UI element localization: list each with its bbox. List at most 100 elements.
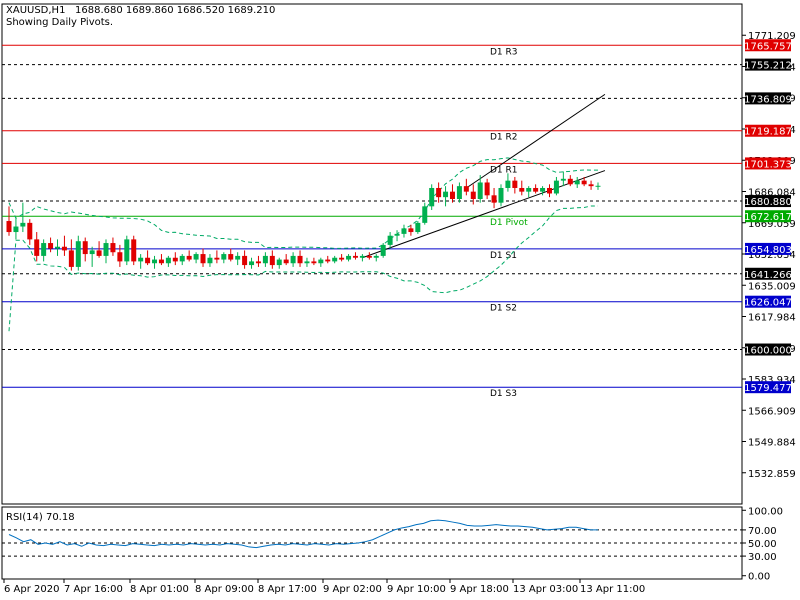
- candle-body: [408, 228, 414, 233]
- candle-body: [34, 239, 40, 256]
- pivot-level-label: D1 R2: [490, 133, 518, 143]
- candle-body: [290, 255, 296, 264]
- candle-body: [498, 187, 504, 203]
- candle-body: [422, 206, 428, 223]
- price-tick-label: 1549.884: [748, 438, 796, 449]
- candle-body: [186, 255, 192, 260]
- candle-body: [179, 255, 185, 262]
- candle-body: [318, 259, 324, 264]
- candle-body: [311, 261, 317, 264]
- time-tick-label: 8 Apr 09:00: [195, 584, 254, 595]
- candle-body: [436, 187, 442, 198]
- candle-body: [89, 250, 95, 255]
- price-tag-label: 1680.880: [744, 197, 792, 208]
- candle-body: [27, 222, 33, 240]
- candle-body: [456, 186, 462, 199]
- candle-body: [325, 259, 331, 262]
- candle-body: [200, 254, 206, 264]
- candle-body: [152, 259, 158, 264]
- candle-body: [117, 252, 123, 262]
- price-tag-label: 1755.212: [744, 61, 792, 72]
- candle-body: [401, 228, 407, 234]
- candle-body: [103, 243, 109, 256]
- candle-body: [567, 178, 573, 185]
- rsi-tick-label: 30.00: [748, 552, 777, 563]
- price-tick-label: 1566.909: [748, 406, 796, 417]
- pivot-price-tag-label: 1701.373: [744, 159, 792, 170]
- pivot-price-tag-label: 1672.617: [744, 212, 792, 223]
- rsi-tick-label: 70.00: [748, 526, 777, 537]
- candle-body: [505, 180, 511, 188]
- candle-body: [540, 187, 546, 192]
- candle-body: [373, 255, 379, 258]
- candle-body: [242, 255, 248, 266]
- candle-body: [110, 243, 116, 253]
- candle-body: [394, 233, 400, 236]
- pivot-price-tag-label: 1579.477: [744, 383, 792, 394]
- candle-body: [380, 244, 386, 256]
- candle-body: [304, 261, 310, 264]
- candle-body: [339, 257, 345, 260]
- candle-body: [255, 261, 261, 264]
- rsi-panel: 100.00 70.00 50.00 30.00 0.00: [2, 506, 783, 583]
- candle-body: [138, 257, 144, 262]
- rsi-tick-label: 100.00: [748, 506, 783, 517]
- time-tick-label: 9 Apr 18:00: [450, 584, 509, 595]
- time-tick-label: 8 Apr 17:00: [258, 584, 317, 595]
- candle-body: [124, 239, 130, 262]
- candle-body: [449, 191, 455, 199]
- candle-body: [96, 250, 102, 256]
- candle-body: [332, 257, 338, 262]
- rsi-tick-label: 50.00: [748, 539, 777, 550]
- candle-body: [262, 255, 268, 264]
- candle-body: [533, 187, 539, 192]
- price-tick-label: 1532.859: [748, 469, 796, 480]
- candle-body: [415, 222, 421, 233]
- candle-body: [560, 178, 566, 181]
- time-tick-label: 9 Apr 10:00: [387, 584, 446, 595]
- chart-header: XAUUSD,H1 1688.680 1689.860 1686.520 168…: [6, 5, 275, 16]
- pivot-level-label: D1 Pivot: [490, 218, 528, 228]
- candle-body: [131, 239, 137, 262]
- level-lines: D1 R3D1 R2D1 R1D1 PivotD1 S1D1 S2D1 S3: [1, 3, 743, 580]
- candle-body: [283, 259, 289, 264]
- candle-body: [269, 255, 275, 266]
- candle-body: [352, 255, 358, 258]
- rsi-tick-label: 0.00: [748, 572, 770, 583]
- pivot-price-tag-label: 1626.047: [744, 298, 792, 309]
- candle-body: [491, 195, 497, 203]
- candle-body: [82, 241, 88, 255]
- candle-body: [68, 250, 74, 267]
- candle-body: [470, 191, 476, 199]
- price-tick-label: 1617.984: [748, 313, 796, 324]
- candle-body: [297, 255, 303, 264]
- candle-body: [595, 185, 601, 187]
- candle-body: [172, 257, 178, 262]
- time-tick-label: 8 Apr 01:00: [130, 584, 189, 595]
- candle-body: [20, 222, 26, 227]
- candle-body: [276, 259, 282, 266]
- time-tick-label: 13 Apr 03:00: [513, 584, 578, 595]
- time-axis: 6 Apr 2020 7 Apr 16:00 8 Apr 01:00 8 Apr 09…: [3, 579, 645, 595]
- candle-body: [346, 255, 352, 260]
- candle-body: [249, 261, 255, 266]
- time-tick-label: 13 Apr 11:00: [580, 584, 645, 595]
- candle-body: [221, 254, 227, 260]
- upper-trendline: [466, 93, 606, 189]
- candle-body: [526, 187, 532, 192]
- candle-body: [145, 257, 151, 264]
- candle-body: [387, 235, 393, 245]
- candle-body: [359, 255, 365, 258]
- candle-body: [193, 254, 199, 260]
- candle-body: [61, 246, 67, 251]
- candle-body: [214, 257, 220, 260]
- time-tick-label: 9 Apr 02:00: [323, 584, 382, 595]
- price-tick-label: 1635.009: [748, 281, 796, 292]
- time-tick-label: 7 Apr 16:00: [64, 584, 123, 595]
- rsi-label: RSI(14) 70.18: [6, 512, 75, 523]
- price-axis: 1771.2091754.1841737.1591720.1341703.109…: [742, 31, 796, 480]
- candle-body: [235, 255, 241, 260]
- price-tag-label: 1641.266: [744, 270, 792, 281]
- candle-body: [158, 259, 164, 264]
- pivot-price-tag-label: 1654.803: [744, 245, 792, 256]
